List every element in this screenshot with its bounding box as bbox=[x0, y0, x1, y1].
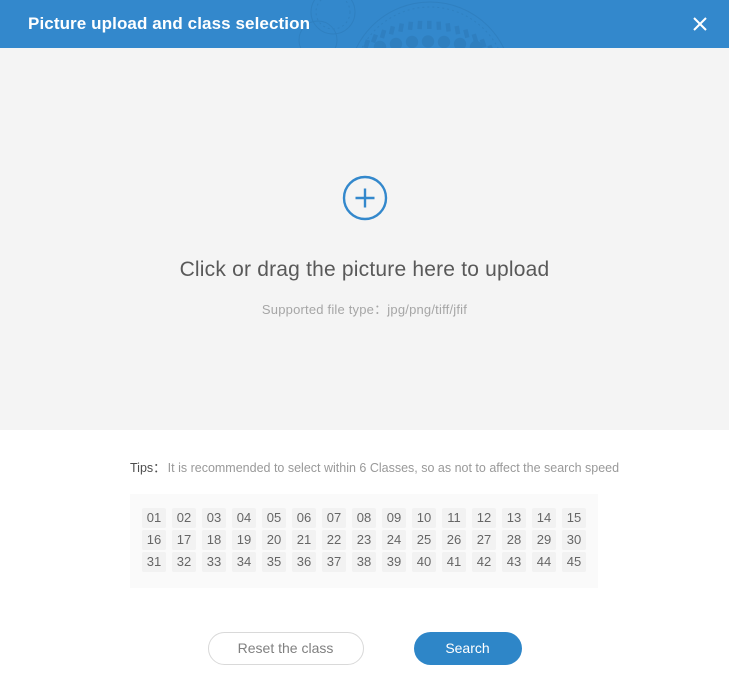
picture-upload-dialog: Picture upload and class selection Click… bbox=[0, 0, 729, 692]
tips-text: It is recommended to select within 6 Cla… bbox=[167, 461, 620, 475]
class-selection-grid: 01 02 03 04 05 06 07 08 09 10 11 12 13 1… bbox=[130, 494, 598, 588]
class-chip[interactable]: 37 bbox=[322, 552, 346, 572]
class-chip[interactable]: 22 bbox=[322, 530, 346, 550]
class-chip[interactable]: 13 bbox=[502, 508, 526, 528]
tips-label: Tips： bbox=[130, 461, 166, 475]
dialog-titlebar: Picture upload and class selection bbox=[0, 0, 729, 48]
class-row: 16 17 18 19 20 21 22 23 24 25 26 27 28 2… bbox=[130, 530, 598, 552]
tips-line: Tips： It is recommended to select within … bbox=[130, 457, 619, 476]
class-chip[interactable]: 45 bbox=[562, 552, 586, 572]
class-chip[interactable]: 10 bbox=[412, 508, 436, 528]
class-chip[interactable]: 24 bbox=[382, 530, 406, 550]
class-chip[interactable]: 17 bbox=[172, 530, 196, 550]
class-chip[interactable]: 18 bbox=[202, 530, 226, 550]
class-chip[interactable]: 26 bbox=[442, 530, 466, 550]
class-chip[interactable]: 23 bbox=[352, 530, 376, 550]
class-chip[interactable]: 38 bbox=[352, 552, 376, 572]
search-button[interactable]: Search bbox=[413, 632, 522, 665]
class-chip[interactable]: 28 bbox=[502, 530, 526, 550]
class-chip[interactable]: 44 bbox=[532, 552, 556, 572]
class-chip[interactable]: 30 bbox=[562, 530, 586, 550]
class-chip[interactable]: 11 bbox=[442, 508, 466, 528]
class-chip[interactable]: 33 bbox=[202, 552, 226, 572]
class-chip[interactable]: 21 bbox=[292, 530, 316, 550]
class-chip[interactable]: 34 bbox=[232, 552, 256, 572]
class-row: 01 02 03 04 05 06 07 08 09 10 11 12 13 1… bbox=[130, 508, 598, 530]
class-chip[interactable]: 08 bbox=[352, 508, 376, 528]
class-chip[interactable]: 09 bbox=[382, 508, 406, 528]
class-row: 31 32 33 34 35 36 37 38 39 40 41 42 43 4… bbox=[130, 552, 598, 574]
class-chip[interactable]: 29 bbox=[532, 530, 556, 550]
class-chip[interactable]: 39 bbox=[382, 552, 406, 572]
reset-class-button[interactable]: Reset the class bbox=[207, 632, 364, 665]
plus-circle-icon bbox=[341, 174, 389, 222]
class-chip[interactable]: 19 bbox=[232, 530, 256, 550]
class-chip[interactable]: 02 bbox=[172, 508, 196, 528]
dialog-footer: Reset the class Search bbox=[0, 632, 729, 665]
dropzone-supported-types-text: Supported file type：jpg/png/tiff/jfif bbox=[261, 302, 468, 317]
class-chip[interactable]: 32 bbox=[172, 552, 196, 572]
picture-upload-dropzone[interactable]: Click or drag the picture here to upload… bbox=[0, 48, 729, 430]
dialog-title: Picture upload and class selection bbox=[28, 14, 311, 33]
class-chip[interactable]: 15 bbox=[562, 508, 586, 528]
class-chip[interactable]: 43 bbox=[502, 552, 526, 572]
class-chip[interactable]: 42 bbox=[472, 552, 496, 572]
class-chip[interactable]: 27 bbox=[472, 530, 496, 550]
class-chip[interactable]: 07 bbox=[322, 508, 346, 528]
class-chip[interactable]: 05 bbox=[262, 508, 286, 528]
class-chip[interactable]: 20 bbox=[262, 530, 286, 550]
close-icon[interactable] bbox=[687, 11, 713, 37]
class-chip[interactable]: 04 bbox=[232, 508, 256, 528]
class-chip[interactable]: 40 bbox=[412, 552, 436, 572]
class-chip[interactable]: 16 bbox=[142, 530, 166, 550]
dropzone-primary-text: Click or drag the picture here to upload bbox=[179, 258, 550, 281]
class-chip[interactable]: 12 bbox=[472, 508, 496, 528]
class-chip[interactable]: 31 bbox=[142, 552, 166, 572]
class-chip[interactable]: 25 bbox=[412, 530, 436, 550]
class-chip[interactable]: 03 bbox=[202, 508, 226, 528]
class-chip[interactable]: 35 bbox=[262, 552, 286, 572]
class-chip[interactable]: 06 bbox=[292, 508, 316, 528]
class-chip[interactable]: 41 bbox=[442, 552, 466, 572]
class-chip[interactable]: 14 bbox=[532, 508, 556, 528]
class-chip[interactable]: 36 bbox=[292, 552, 316, 572]
class-chip[interactable]: 01 bbox=[142, 508, 166, 528]
